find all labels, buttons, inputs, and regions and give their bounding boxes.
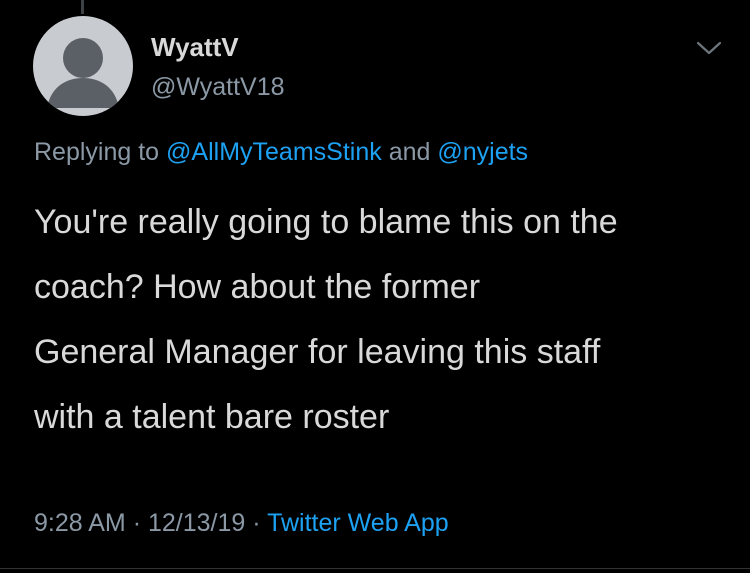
tweet-text-line: General Manager for leaving this staff <box>34 333 601 371</box>
author-handle[interactable]: @WyattV18 <box>151 72 285 102</box>
tweet-text-line: with a talent bare roster <box>34 398 390 436</box>
replying-conjunction: and <box>388 138 431 166</box>
divider <box>0 568 750 569</box>
thread-connector-line <box>81 0 84 14</box>
mention-link-nyjets[interactable]: @nyjets <box>437 138 528 166</box>
default-avatar-icon <box>47 38 119 108</box>
meta-separator: · <box>252 509 261 537</box>
tweet-date[interactable]: 12/13/19 <box>148 509 245 537</box>
tweet-metadata: 9:28 AM · 12/13/19 · Twitter Web App <box>34 507 449 539</box>
chevron-down-icon[interactable] <box>695 38 723 58</box>
mention-link-allmyteamsstink[interactable]: @AllMyTeamsStink <box>166 138 382 166</box>
tweet-text-line: coach? How about the former <box>34 268 481 306</box>
tweet-text-line: You're really going to blame this on the <box>34 203 618 241</box>
avatar[interactable] <box>33 16 133 116</box>
tweet-text: You're really going to blame this on the… <box>34 190 734 450</box>
tweet-time[interactable]: 9:28 AM <box>34 509 126 537</box>
replying-to: Replying to @AllMyTeamsStink and @nyjets <box>34 136 528 168</box>
author-display-name[interactable]: WyattV <box>151 32 239 62</box>
meta-separator: · <box>132 509 142 537</box>
replying-to-label: Replying to <box>34 138 160 166</box>
tweet-source-link[interactable]: Twitter Web App <box>267 509 449 537</box>
